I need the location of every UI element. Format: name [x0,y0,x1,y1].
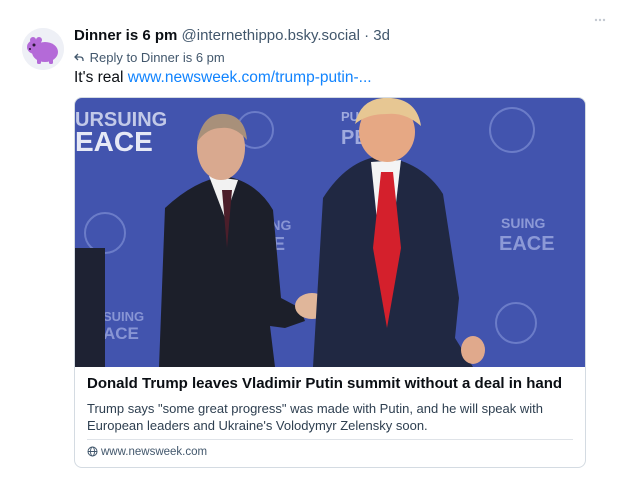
post-body: It's real [74,69,124,86]
backdrop-sign: SUING [501,215,545,231]
reply-arrow-icon [74,50,86,65]
hippo-avatar-icon [22,28,64,70]
card-domain-text: www.newsweek.com [101,446,208,458]
backdrop-sign: EACE [75,126,153,157]
post-text: It's real www.newsweek.com/trump-putin-.… [74,69,372,87]
post-link[interactable]: www.newsweek.com/trump-putin-... [128,69,372,86]
reply-context[interactable]: Reply to Dinner is 6 pm [74,50,225,65]
post[interactable]: Dinner is 6 pm @internethippo.bsky.socia… [0,0,620,500]
link-card[interactable]: URSUING EACE SUING ACE SUING EACE SUING … [74,97,586,468]
backdrop-sign: SUING [103,309,144,324]
card-description: Trump says "some great progress" was mad… [87,401,543,433]
more-options-icon[interactable] [594,14,606,26]
backdrop-sign: ACE [103,324,139,343]
card-domain[interactable]: www.newsweek.com [87,446,207,458]
backdrop-sign: EACE [499,233,555,255]
card-thumbnail[interactable]: URSUING EACE SUING ACE SUING EACE SUING … [75,98,586,367]
separator-dot: · [364,27,370,44]
author-avatar[interactable] [22,28,64,70]
card-divider [87,439,573,440]
reply-to-label: Reply to Dinner is 6 pm [89,50,225,65]
author-handle[interactable]: @internethippo.bsky.social [182,27,360,44]
card-title[interactable]: Donald Trump leaves Vladimir Putin summi… [87,375,562,392]
post-header: Dinner is 6 pm @internethippo.bsky.socia… [74,27,390,44]
globe-icon [87,446,98,457]
author-name[interactable]: Dinner is 6 pm [74,27,177,44]
post-age[interactable]: 3d [373,27,390,44]
